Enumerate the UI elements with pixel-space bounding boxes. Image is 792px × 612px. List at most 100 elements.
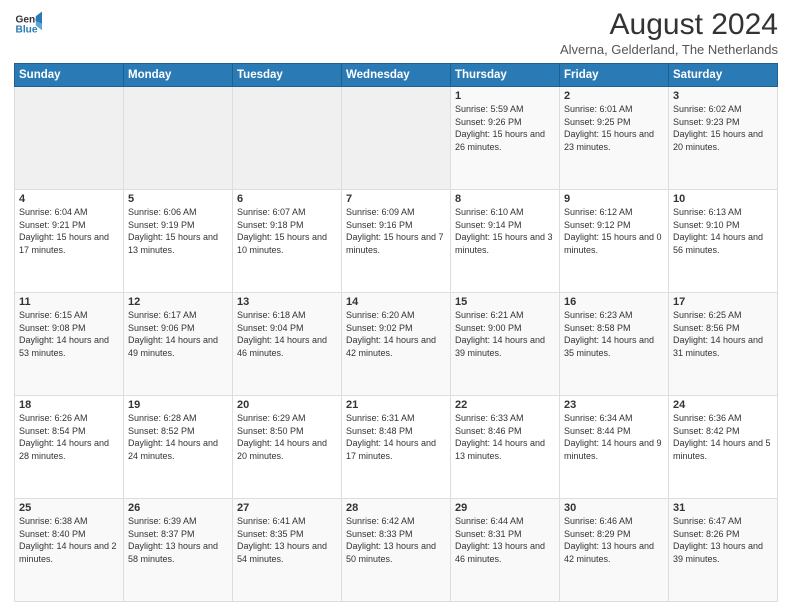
day-number: 15: [455, 296, 555, 308]
day-number: 2: [564, 90, 664, 102]
svg-text:Blue: Blue: [16, 25, 38, 36]
day-info: Sunrise: 6:09 AM Sunset: 9:16 PM Dayligh…: [346, 206, 446, 256]
day-info: Sunrise: 6:34 AM Sunset: 8:44 PM Dayligh…: [564, 412, 664, 462]
calendar-cell: 4Sunrise: 6:04 AM Sunset: 9:21 PM Daylig…: [15, 190, 124, 293]
day-info: Sunrise: 6:36 AM Sunset: 8:42 PM Dayligh…: [673, 412, 773, 462]
day-info: Sunrise: 6:10 AM Sunset: 9:14 PM Dayligh…: [455, 206, 555, 256]
day-info: Sunrise: 6:47 AM Sunset: 8:26 PM Dayligh…: [673, 515, 773, 565]
day-info: Sunrise: 6:33 AM Sunset: 8:46 PM Dayligh…: [455, 412, 555, 462]
week-row-1: 1Sunrise: 5:59 AM Sunset: 9:26 PM Daylig…: [15, 87, 778, 190]
day-info: Sunrise: 6:44 AM Sunset: 8:31 PM Dayligh…: [455, 515, 555, 565]
calendar-cell: 23Sunrise: 6:34 AM Sunset: 8:44 PM Dayli…: [560, 396, 669, 499]
day-number: 4: [19, 193, 119, 205]
day-number: 24: [673, 399, 773, 411]
day-number: 18: [19, 399, 119, 411]
calendar-cell: 28Sunrise: 6:42 AM Sunset: 8:33 PM Dayli…: [342, 499, 451, 602]
day-number: 13: [237, 296, 337, 308]
calendar-cell: 9Sunrise: 6:12 AM Sunset: 9:12 PM Daylig…: [560, 190, 669, 293]
calendar-cell: 10Sunrise: 6:13 AM Sunset: 9:10 PM Dayli…: [669, 190, 778, 293]
day-number: 7: [346, 193, 446, 205]
day-number: 11: [19, 296, 119, 308]
calendar-cell: 16Sunrise: 6:23 AM Sunset: 8:58 PM Dayli…: [560, 293, 669, 396]
day-number: 12: [128, 296, 228, 308]
day-number: 23: [564, 399, 664, 411]
day-info: Sunrise: 6:07 AM Sunset: 9:18 PM Dayligh…: [237, 206, 337, 256]
calendar-cell: 19Sunrise: 6:28 AM Sunset: 8:52 PM Dayli…: [124, 396, 233, 499]
day-number: 17: [673, 296, 773, 308]
week-row-5: 25Sunrise: 6:38 AM Sunset: 8:40 PM Dayli…: [15, 499, 778, 602]
day-number: 28: [346, 502, 446, 514]
calendar-cell: 1Sunrise: 5:59 AM Sunset: 9:26 PM Daylig…: [451, 87, 560, 190]
calendar-cell: 27Sunrise: 6:41 AM Sunset: 8:35 PM Dayli…: [233, 499, 342, 602]
day-number: 6: [237, 193, 337, 205]
day-number: 27: [237, 502, 337, 514]
calendar-cell: 8Sunrise: 6:10 AM Sunset: 9:14 PM Daylig…: [451, 190, 560, 293]
day-info: Sunrise: 6:12 AM Sunset: 9:12 PM Dayligh…: [564, 206, 664, 256]
day-info: Sunrise: 6:04 AM Sunset: 9:21 PM Dayligh…: [19, 206, 119, 256]
day-number: 9: [564, 193, 664, 205]
day-number: 30: [564, 502, 664, 514]
day-number: 1: [455, 90, 555, 102]
day-info: Sunrise: 5:59 AM Sunset: 9:26 PM Dayligh…: [455, 103, 555, 153]
day-info: Sunrise: 6:42 AM Sunset: 8:33 PM Dayligh…: [346, 515, 446, 565]
day-number: 5: [128, 193, 228, 205]
calendar-cell: 24Sunrise: 6:36 AM Sunset: 8:42 PM Dayli…: [669, 396, 778, 499]
weekday-header-row: SundayMondayTuesdayWednesdayThursdayFrid…: [15, 64, 778, 87]
calendar-cell: 31Sunrise: 6:47 AM Sunset: 8:26 PM Dayli…: [669, 499, 778, 602]
day-number: 22: [455, 399, 555, 411]
calendar-cell: 3Sunrise: 6:02 AM Sunset: 9:23 PM Daylig…: [669, 87, 778, 190]
day-info: Sunrise: 6:31 AM Sunset: 8:48 PM Dayligh…: [346, 412, 446, 462]
week-row-3: 11Sunrise: 6:15 AM Sunset: 9:08 PM Dayli…: [15, 293, 778, 396]
calendar-cell: 13Sunrise: 6:18 AM Sunset: 9:04 PM Dayli…: [233, 293, 342, 396]
calendar-cell: [233, 87, 342, 190]
day-number: 8: [455, 193, 555, 205]
calendar-cell: 17Sunrise: 6:25 AM Sunset: 8:56 PM Dayli…: [669, 293, 778, 396]
day-number: 29: [455, 502, 555, 514]
calendar-cell: 25Sunrise: 6:38 AM Sunset: 8:40 PM Dayli…: [15, 499, 124, 602]
calendar-cell: 22Sunrise: 6:33 AM Sunset: 8:46 PM Dayli…: [451, 396, 560, 499]
weekday-header-saturday: Saturday: [669, 64, 778, 87]
day-number: 14: [346, 296, 446, 308]
day-info: Sunrise: 6:21 AM Sunset: 9:00 PM Dayligh…: [455, 309, 555, 359]
calendar-cell: [342, 87, 451, 190]
day-number: 10: [673, 193, 773, 205]
day-number: 19: [128, 399, 228, 411]
day-info: Sunrise: 6:41 AM Sunset: 8:35 PM Dayligh…: [237, 515, 337, 565]
day-number: 3: [673, 90, 773, 102]
weekday-header-monday: Monday: [124, 64, 233, 87]
day-info: Sunrise: 6:28 AM Sunset: 8:52 PM Dayligh…: [128, 412, 228, 462]
day-info: Sunrise: 6:01 AM Sunset: 9:25 PM Dayligh…: [564, 103, 664, 153]
calendar-cell: 11Sunrise: 6:15 AM Sunset: 9:08 PM Dayli…: [15, 293, 124, 396]
calendar-cell: 20Sunrise: 6:29 AM Sunset: 8:50 PM Dayli…: [233, 396, 342, 499]
week-row-2: 4Sunrise: 6:04 AM Sunset: 9:21 PM Daylig…: [15, 190, 778, 293]
calendar-cell: 21Sunrise: 6:31 AM Sunset: 8:48 PM Dayli…: [342, 396, 451, 499]
day-info: Sunrise: 6:17 AM Sunset: 9:06 PM Dayligh…: [128, 309, 228, 359]
calendar-cell: 15Sunrise: 6:21 AM Sunset: 9:00 PM Dayli…: [451, 293, 560, 396]
day-info: Sunrise: 6:13 AM Sunset: 9:10 PM Dayligh…: [673, 206, 773, 256]
day-info: Sunrise: 6:26 AM Sunset: 8:54 PM Dayligh…: [19, 412, 119, 462]
day-number: 16: [564, 296, 664, 308]
day-info: Sunrise: 6:39 AM Sunset: 8:37 PM Dayligh…: [128, 515, 228, 565]
weekday-header-thursday: Thursday: [451, 64, 560, 87]
day-info: Sunrise: 6:18 AM Sunset: 9:04 PM Dayligh…: [237, 309, 337, 359]
day-info: Sunrise: 6:46 AM Sunset: 8:29 PM Dayligh…: [564, 515, 664, 565]
location: Alverna, Gelderland, The Netherlands: [560, 42, 778, 57]
day-number: 20: [237, 399, 337, 411]
day-number: 31: [673, 502, 773, 514]
day-info: Sunrise: 6:29 AM Sunset: 8:50 PM Dayligh…: [237, 412, 337, 462]
day-info: Sunrise: 6:20 AM Sunset: 9:02 PM Dayligh…: [346, 309, 446, 359]
day-info: Sunrise: 6:25 AM Sunset: 8:56 PM Dayligh…: [673, 309, 773, 359]
calendar-cell: 6Sunrise: 6:07 AM Sunset: 9:18 PM Daylig…: [233, 190, 342, 293]
day-info: Sunrise: 6:15 AM Sunset: 9:08 PM Dayligh…: [19, 309, 119, 359]
calendar-cell: 7Sunrise: 6:09 AM Sunset: 9:16 PM Daylig…: [342, 190, 451, 293]
calendar-cell: 30Sunrise: 6:46 AM Sunset: 8:29 PM Dayli…: [560, 499, 669, 602]
weekday-header-friday: Friday: [560, 64, 669, 87]
calendar-cell: 26Sunrise: 6:39 AM Sunset: 8:37 PM Dayli…: [124, 499, 233, 602]
logo-icon: General Blue: [14, 10, 42, 38]
month-title: August 2024: [560, 10, 778, 40]
calendar-cell: [15, 87, 124, 190]
calendar-table: SundayMondayTuesdayWednesdayThursdayFrid…: [14, 63, 778, 602]
day-number: 21: [346, 399, 446, 411]
weekday-header-tuesday: Tuesday: [233, 64, 342, 87]
header: General Blue August 2024 Alverna, Gelder…: [14, 10, 778, 57]
